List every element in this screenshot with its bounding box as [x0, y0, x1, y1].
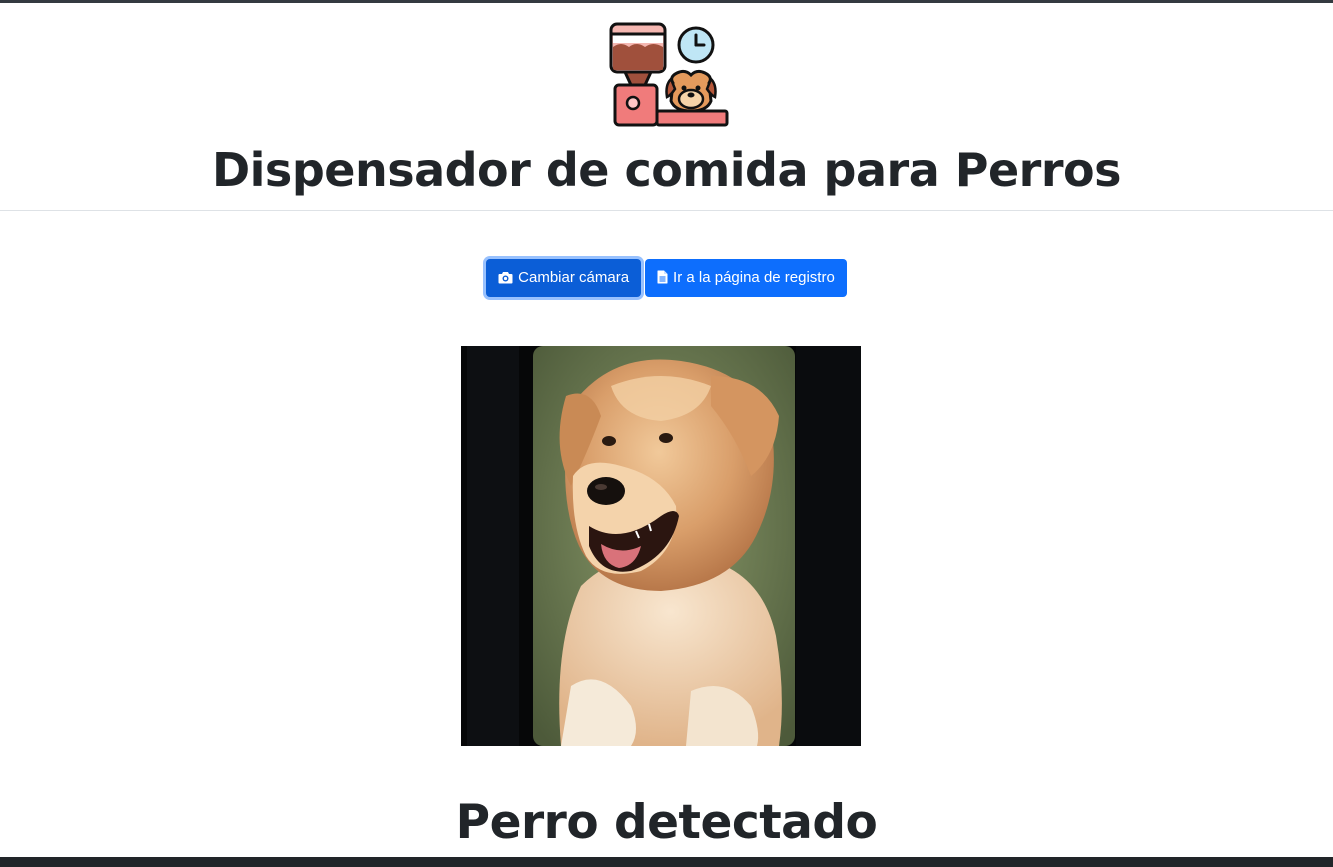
switch-camera-label: Cambiar cámara	[518, 269, 630, 286]
registry-page-button[interactable]: Ir a la página de registro	[645, 259, 847, 297]
camera-icon	[498, 271, 513, 284]
dog-food-dispenser-logo-icon	[609, 22, 729, 127]
registry-page-label: Ir a la página de registro	[673, 269, 835, 286]
action-toolbar: Cambiar cámara Ir a la página de registr…	[0, 259, 1333, 297]
camera-feed	[461, 346, 861, 746]
footer-bar	[0, 857, 1333, 867]
page-header: Dispensador de comida para Perros	[0, 3, 1333, 211]
switch-camera-button[interactable]: Cambiar cámara	[486, 259, 642, 297]
page-title: Dispensador de comida para Perros	[211, 143, 1122, 197]
detection-status: Perro detectado	[455, 795, 878, 850]
camera-feed-image	[461, 346, 861, 746]
file-icon	[657, 270, 668, 284]
